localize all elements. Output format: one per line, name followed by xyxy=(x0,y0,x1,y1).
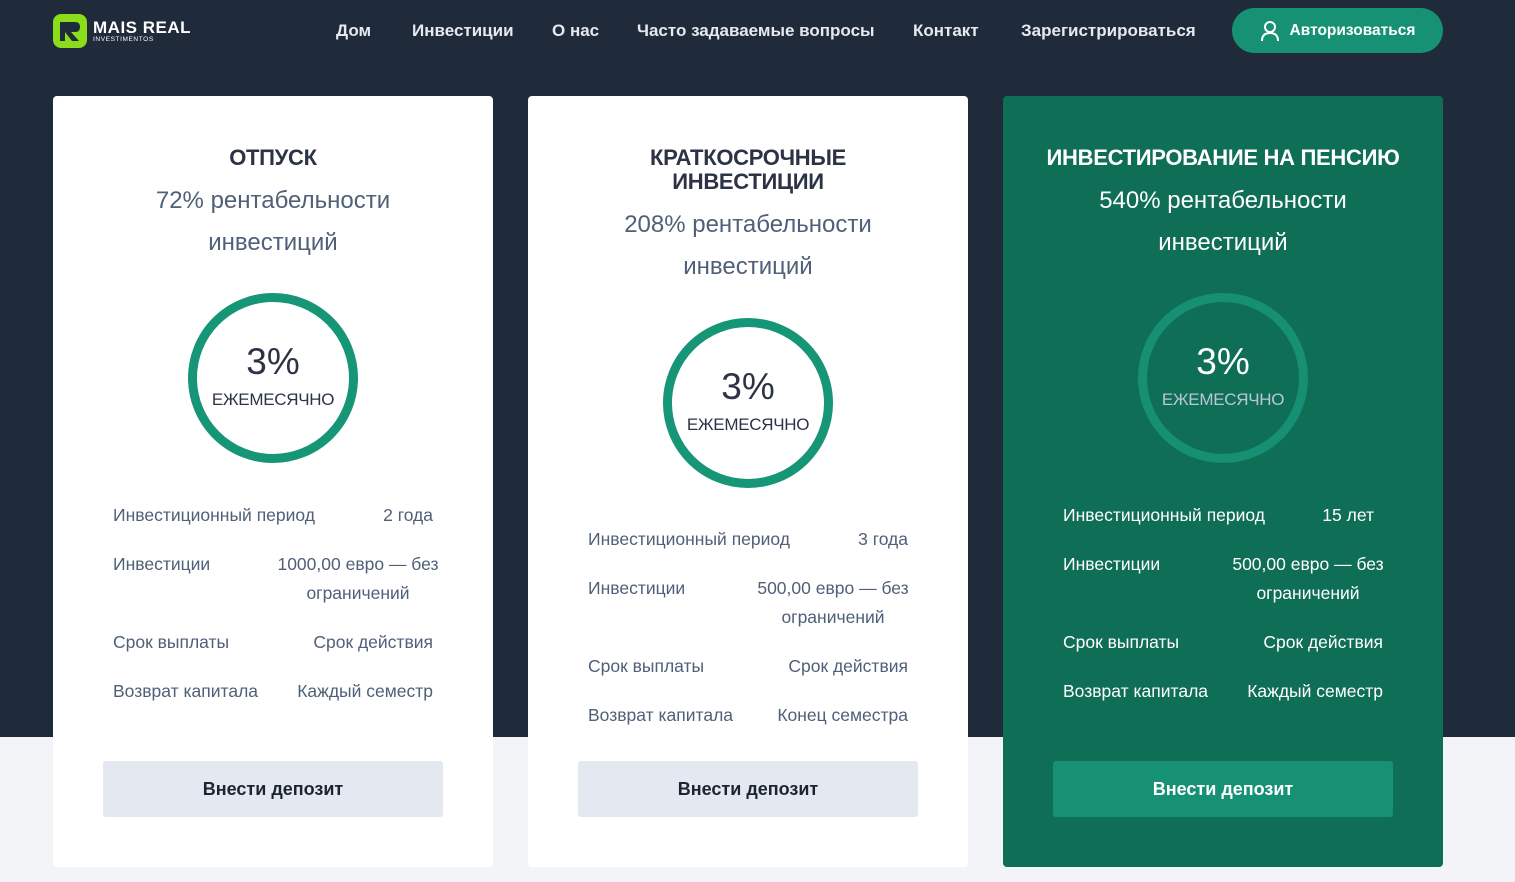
plan-return: 72% рентабельности инвестиций xyxy=(155,187,391,256)
detail-row: Возврат капитала Каждый семестр xyxy=(113,681,433,701)
nav-link-contact[interactable]: Контакт xyxy=(913,21,979,41)
detail-row: Инвестиции 500,00 евро — без ограничений xyxy=(1063,554,1384,603)
detail-row: Срок выплаты Срок действия xyxy=(113,632,433,652)
detail-row: Срок выплаты Срок действия xyxy=(1063,632,1383,652)
rate-period: ЕЖЕМЕСЯЧНО xyxy=(211,390,335,409)
nav-link-register[interactable]: Зарегистрироваться xyxy=(1021,21,1196,41)
plan-details: Инвестиционный период 2 года Инвестиции … xyxy=(113,501,439,726)
nav-link-investments[interactable]: Инвестиции xyxy=(412,21,514,41)
login-button[interactable]: Авторизоваться xyxy=(1232,8,1443,53)
nav-link-home[interactable]: Дом xyxy=(336,21,371,41)
rate-ring: 3% ЕЖЕМЕСЯЧНО xyxy=(1138,293,1308,463)
detail-row: Срок выплаты Срок действия xyxy=(588,656,908,676)
login-button-label: Авторизоваться xyxy=(1289,21,1416,39)
deposit-button[interactable]: Внести депозит xyxy=(103,761,443,817)
detail-row: Возврат капитала Конец семестра xyxy=(588,705,908,725)
site-header: MAIS REAL INVESTIMENTOS Дом Инвестиции О… xyxy=(0,0,1515,62)
nav-link-faq[interactable]: Часто задаваемые вопросы xyxy=(637,21,875,41)
rate-ring: 3% ЕЖЕМЕСЯЧНО xyxy=(663,318,833,488)
deposit-button[interactable]: Внести депозит xyxy=(578,761,918,817)
detail-row: Возврат капитала Каждый семестр xyxy=(1063,681,1383,701)
plan-return: 540% рентабельности инвестиций xyxy=(1099,187,1347,256)
deposit-button[interactable]: Внести депозит xyxy=(1053,761,1393,817)
plan-card-vacation: ОТПУСК 72% рентабельности инвестиций 3% … xyxy=(53,96,493,867)
user-icon xyxy=(1260,20,1280,42)
rate-value: 3% xyxy=(721,366,775,407)
rate-ring: 3% ЕЖЕМЕСЯЧНО xyxy=(188,293,358,463)
rate-period: ЕЖЕМЕСЯЧНО xyxy=(1161,390,1285,409)
rate-value: 3% xyxy=(1196,341,1250,382)
plan-title: КРАТКОСРОЧНЫЕ ИНВЕСТИЦИИ xyxy=(650,145,846,194)
plan-card-short-term: КРАТКОСРОЧНЫЕ ИНВЕСТИЦИИ 208% рентабельн… xyxy=(528,96,968,867)
detail-row: Инвестиционный период 3 года xyxy=(588,529,908,549)
detail-row: Инвестиционный период 2 года xyxy=(113,505,433,525)
rate-period: ЕЖЕМЕСЯЧНО xyxy=(686,415,810,434)
plan-title: ИНВЕСТИРОВАНИЕ НА ПЕНСИЮ xyxy=(1046,145,1400,170)
nav-link-about[interactable]: О нас xyxy=(552,21,599,41)
plan-return: 208% рентабельности инвестиций xyxy=(624,211,872,280)
detail-row: Инвестиционный период 15 лет xyxy=(1063,505,1374,525)
plan-card-retirement: ИНВЕСТИРОВАНИЕ НА ПЕНСИЮ 540% рентабельн… xyxy=(1003,96,1443,867)
plan-title: ОТПУСК xyxy=(229,145,317,170)
plan-details: Инвестиционный период 15 лет Инвестиции … xyxy=(1063,501,1384,726)
detail-row: Инвестиции 500,00 евро — без ограничений xyxy=(588,578,909,627)
detail-row: Инвестиции 1000,00 евро — без ограничени… xyxy=(113,554,439,603)
rate-value: 3% xyxy=(246,341,300,382)
plan-details: Инвестиционный период 3 года Инвестиции … xyxy=(588,525,909,750)
